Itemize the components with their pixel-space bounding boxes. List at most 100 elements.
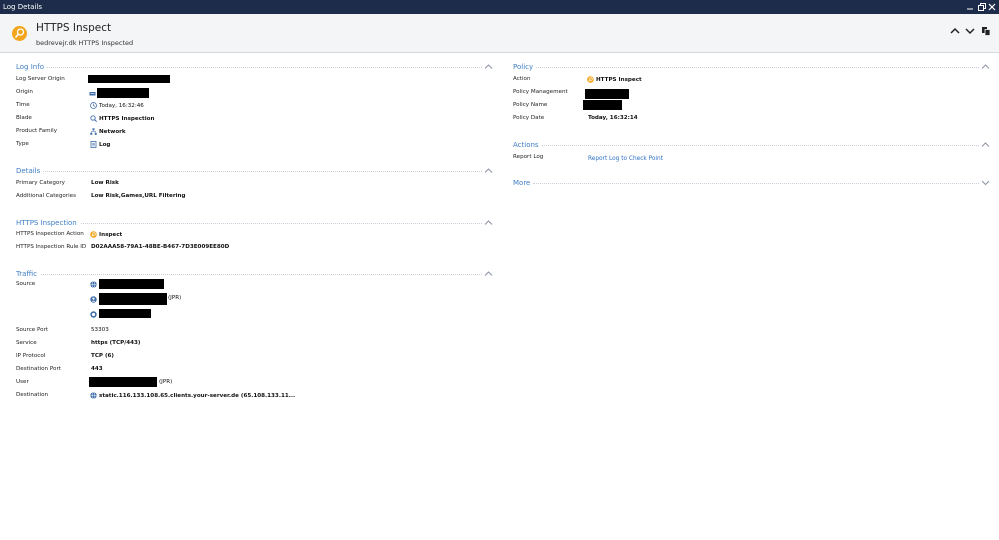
product-family-value: Network — [90, 128, 126, 135]
details-title: Details — [16, 167, 44, 175]
traffic-collapse-button[interactable] — [484, 270, 493, 277]
machine-icon — [90, 311, 97, 318]
details-collapse-button[interactable] — [484, 167, 493, 174]
https-inspection-title: HTTPS Inspection — [16, 219, 80, 227]
user-suffix: (JPR) — [159, 379, 173, 385]
additional-categories-value: Low Risk,Games,URL Filtering — [91, 193, 186, 199]
section-divider — [41, 171, 482, 172]
type-text: Log — [99, 141, 111, 148]
network-icon — [90, 128, 97, 135]
policy-name-redacted — [583, 100, 622, 110]
action-label: Action — [513, 76, 531, 82]
minimize-icon — [967, 8, 973, 10]
copy-icon — [982, 27, 991, 36]
section-divider — [74, 223, 482, 224]
user-icon — [90, 296, 97, 303]
copy-log-button[interactable] — [980, 25, 992, 37]
service-value: https (TCP/443) — [91, 340, 141, 346]
action-text: HTTPS Inspect — [596, 76, 642, 83]
https-inspect-badge-icon — [12, 26, 27, 41]
more-expand-button[interactable] — [981, 179, 990, 186]
destination-text: static.116.133.108.65.clients.your-serve… — [99, 392, 296, 399]
inspect-icon — [587, 76, 594, 83]
source-port-value: 53303 — [91, 327, 109, 333]
user-label: User — [16, 379, 29, 385]
policy-collapse-button[interactable] — [981, 63, 990, 70]
clock-icon — [90, 102, 97, 109]
policy-name-label: Policy Name — [513, 102, 548, 108]
previous-log-button[interactable] — [949, 25, 961, 37]
policy-date-value: Today, 16:32:14 — [588, 115, 638, 121]
action-value: HTTPS Inspect — [587, 76, 642, 83]
source-machine-redacted — [99, 309, 151, 318]
blade-text: HTTPS Inspection — [99, 115, 155, 122]
time-label: Time — [16, 102, 30, 108]
https-inspection-action-label: HTTPS Inspection Action — [16, 231, 84, 237]
source-user-redacted — [99, 293, 167, 305]
policy-date-label: Policy Date — [513, 115, 545, 121]
magnifier-icon — [90, 115, 97, 122]
origin-redacted — [97, 88, 149, 98]
close-icon — [988, 3, 996, 11]
chevron-up-icon — [484, 220, 493, 225]
minimize-button[interactable] — [965, 1, 976, 13]
source-host-redacted — [99, 279, 164, 289]
destination-port-value: 443 — [91, 366, 103, 372]
section-divider — [38, 274, 482, 275]
source-user-suffix: (JPR) — [168, 295, 182, 301]
type-value: Log — [90, 141, 110, 148]
window-titlebar: Log Details — [0, 0, 999, 14]
section-divider — [46, 67, 482, 68]
source-port-label: Source Port — [16, 327, 49, 333]
user-redacted — [89, 377, 157, 387]
primary-category-value: Low Risk — [91, 180, 119, 186]
chevron-down-icon — [965, 28, 975, 35]
report-log-label: Report Log — [513, 154, 544, 160]
restore-icon — [978, 3, 986, 11]
chevron-up-icon — [981, 142, 990, 147]
https-inspection-collapse-button[interactable] — [484, 219, 493, 226]
globe-icon — [90, 281, 97, 288]
log-title: HTTPS Inspect — [36, 22, 112, 34]
actions-title: Actions — [513, 141, 542, 149]
close-button[interactable] — [987, 1, 998, 13]
blade-label: Blade — [16, 115, 32, 121]
log-info-title: Log Info — [16, 63, 47, 71]
log-subtitle: bedrevejr.dk HTTPS Inspected — [36, 39, 134, 47]
origin-label: Origin — [16, 89, 33, 95]
https-inspection-action-text: Inspect — [99, 231, 123, 238]
blade-value: HTTPS Inspection — [90, 115, 154, 122]
more-title[interactable]: More — [513, 179, 534, 187]
report-log-link[interactable]: Report Log to Check Point — [588, 156, 663, 162]
window-title: Log Details — [3, 3, 42, 11]
log-server-origin-label: Log Server Origin — [16, 76, 65, 82]
log-server-origin-redacted — [88, 75, 170, 83]
log-info-collapse-button[interactable] — [484, 63, 493, 70]
globe-icon — [90, 392, 97, 399]
policy-management-label: Policy Management — [513, 89, 568, 95]
policy-management-redacted — [585, 89, 629, 99]
log-icon — [90, 141, 97, 148]
chevron-up-icon — [950, 27, 960, 34]
https-inspection-rule-id-label: HTTPS Inspection Rule ID — [16, 244, 87, 250]
chevron-up-icon — [484, 168, 493, 173]
product-family-label: Product Family — [16, 128, 58, 134]
next-log-button[interactable] — [964, 25, 976, 37]
traffic-title: Traffic — [16, 270, 41, 278]
source-label: Source — [16, 281, 36, 287]
section-divider — [533, 183, 979, 184]
destination-value: static.116.133.108.65.clients.your-serve… — [90, 392, 295, 399]
chevron-down-icon — [981, 180, 990, 186]
time-text: Today, 16:32:46 — [99, 102, 144, 109]
ip-protocol-label: IP Protocol — [16, 353, 46, 359]
inspect-icon — [90, 231, 97, 238]
product-family-text: Network — [99, 128, 126, 135]
section-divider — [538, 145, 979, 146]
additional-categories-label: Additional Categories — [16, 193, 77, 199]
destination-label: Destination — [16, 392, 49, 398]
time-value: Today, 16:32:46 — [90, 102, 144, 109]
restore-button[interactable] — [976, 1, 987, 13]
chevron-up-icon — [981, 64, 990, 69]
chevron-up-icon — [484, 64, 493, 69]
actions-collapse-button[interactable] — [981, 141, 990, 148]
